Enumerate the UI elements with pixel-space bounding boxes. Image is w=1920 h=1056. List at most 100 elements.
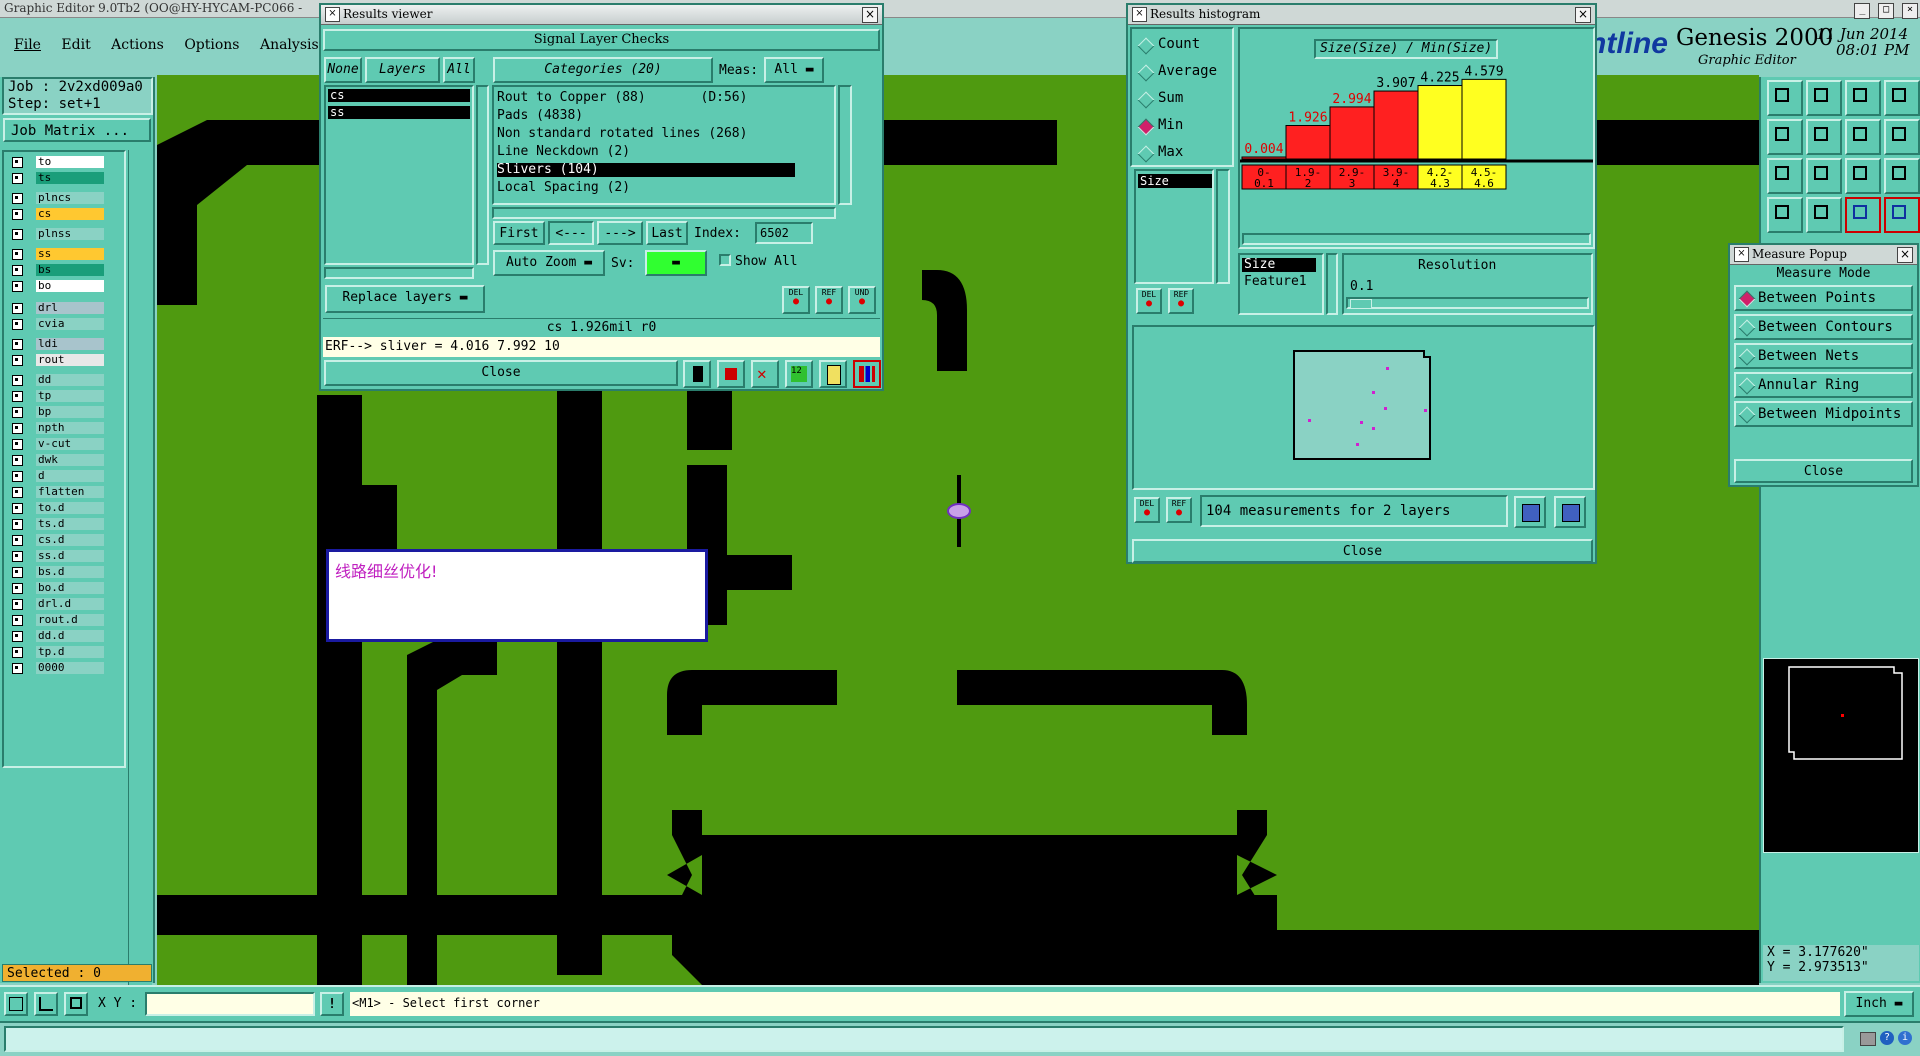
results-viewer-titlebar[interactable]: × Results viewer × <box>321 5 882 25</box>
measure-mode-between-points[interactable]: Between Points <box>1734 285 1913 311</box>
layer-row-ldi[interactable]: ldi <box>12 338 104 350</box>
measure-radio[interactable] <box>1738 406 1756 424</box>
hist-field-scroll[interactable] <box>1216 169 1230 284</box>
layer-checkbox[interactable] <box>12 375 23 386</box>
hist-sort-scroll[interactable] <box>1326 253 1338 315</box>
measure-mode-between-midpoints[interactable]: Between Midpoints <box>1734 401 1913 427</box>
rv-del-button[interactable]: DEL ● <box>782 286 810 314</box>
layer-checkbox[interactable] <box>12 281 23 292</box>
tool-button-6[interactable] <box>1806 119 1842 155</box>
layer-checkbox[interactable] <box>12 339 23 350</box>
layer-checkbox[interactable] <box>12 663 23 674</box>
rv-category-item[interactable]: Pads (4838) <box>497 109 795 123</box>
index-input[interactable]: 6502 <box>755 222 813 244</box>
layer-row-npth[interactable]: npth <box>12 422 104 434</box>
layer-row-ss-d[interactable]: ss.d <box>12 550 104 562</box>
layer-checkbox[interactable] <box>12 519 23 530</box>
hist-bar[interactable] <box>1417 85 1463 160</box>
layer-row-ts-d[interactable]: ts.d <box>12 518 104 530</box>
hist-field-item[interactable]: Size <box>1138 174 1212 188</box>
close-icon[interactable]: × <box>862 7 878 23</box>
layer-row-ts[interactable]: ts <box>12 172 104 184</box>
layer-row-drl-d[interactable]: drl.d <box>12 598 104 610</box>
hist-bar[interactable] <box>1329 106 1375 160</box>
rv-layer-scrollbar[interactable] <box>476 85 489 265</box>
layer-checkbox[interactable] <box>12 647 23 658</box>
layer-row-flatten[interactable]: flatten <box>12 486 104 498</box>
layer-row-rout[interactable]: rout <box>12 354 104 366</box>
info-icon[interactable]: i <box>1898 1031 1912 1045</box>
units-select[interactable]: Inch ▬ <box>1844 991 1914 1017</box>
layer-checkbox[interactable] <box>12 599 23 610</box>
tool-button-3[interactable] <box>1845 80 1881 116</box>
layer-checkbox[interactable] <box>12 157 23 168</box>
hist-bar[interactable] <box>1373 90 1419 160</box>
measure-mode-between-contours[interactable]: Between Contours <box>1734 314 1913 340</box>
measure-radio[interactable] <box>1738 377 1756 395</box>
measure-mode-annular-ring[interactable]: Annular Ring <box>1734 372 1913 398</box>
layer-checkbox[interactable] <box>12 193 23 204</box>
job-matrix-button[interactable]: Job Matrix ... <box>3 118 151 142</box>
rv-und-button[interactable]: UND ● <box>848 286 876 314</box>
layer-row-plnss[interactable]: plnss <box>12 228 104 240</box>
hist-bar[interactable] <box>1285 125 1331 160</box>
next-button[interactable]: ---> <box>597 221 643 245</box>
measure-radio[interactable] <box>1738 290 1756 308</box>
layer-row-d[interactable]: d <box>12 470 104 482</box>
rv-category-item[interactable]: Local Spacing (2) <box>497 181 795 195</box>
help-icon[interactable]: ? <box>1880 1031 1894 1045</box>
tool-button-8[interactable] <box>1884 119 1920 155</box>
show-all-checkbox[interactable] <box>719 254 731 266</box>
layer-row-bs[interactable]: bs <box>12 264 104 276</box>
xy-input[interactable] <box>145 992 315 1016</box>
layer-checkbox[interactable] <box>12 471 23 482</box>
rv-category-scrollbar[interactable] <box>838 85 852 205</box>
layer-checkbox[interactable] <box>12 229 23 240</box>
layer-checkbox[interactable] <box>12 319 23 330</box>
tool-button-13[interactable] <box>1767 197 1803 233</box>
tool-button-1[interactable] <box>1767 80 1803 116</box>
tool-button-2[interactable] <box>1806 80 1842 116</box>
rv-tool-6[interactable] <box>853 360 881 388</box>
menu-edit[interactable]: Edit <box>61 37 90 53</box>
layer-checkbox[interactable] <box>12 551 23 562</box>
measure-button[interactable] <box>34 992 58 1016</box>
layer-checkbox[interactable] <box>12 265 23 276</box>
window-menu-icon[interactable]: × <box>1132 7 1147 22</box>
zoom-box-button[interactable] <box>4 992 28 1016</box>
left-panel-scroll[interactable] <box>128 150 152 1040</box>
window-menu-icon[interactable]: × <box>1734 247 1749 262</box>
last-button[interactable]: Last <box>646 221 688 245</box>
layer-checkbox[interactable] <box>12 535 23 546</box>
hist-sort-item[interactable]: Size <box>1242 258 1316 272</box>
tool-button-15[interactable] <box>1845 197 1881 233</box>
measure-radio[interactable] <box>1738 348 1756 366</box>
layer-checkbox[interactable] <box>12 355 23 366</box>
rv-category-item[interactable]: Rout to Copper (88) (D:56) <box>497 91 795 105</box>
tool-button-12[interactable] <box>1884 158 1920 194</box>
layer-checkbox[interactable] <box>12 631 23 642</box>
layers-button[interactable]: Layers <box>365 57 440 83</box>
layer-checkbox[interactable] <box>12 423 23 434</box>
auto-zoom-select[interactable]: Auto Zoom ▬ <box>493 250 605 276</box>
rv-layer-item[interactable]: cs <box>328 89 470 102</box>
layer-row-v-cut[interactable]: v-cut <box>12 438 104 450</box>
measure-radio[interactable] <box>1738 319 1756 337</box>
rv-layer-item[interactable]: ss <box>328 106 470 119</box>
resolution-slider[interactable] <box>1346 297 1589 309</box>
layer-row-to[interactable]: to <box>12 156 104 168</box>
layer-row-ss[interactable]: ss <box>12 248 104 260</box>
hist-bar[interactable] <box>1241 156 1287 160</box>
layer-row-dd-d[interactable]: dd.d <box>12 630 104 642</box>
rv-tool-4[interactable]: 12 <box>785 360 813 388</box>
layer-checkbox[interactable] <box>12 503 23 514</box>
rv-category-item[interactable]: Slivers (104) <box>497 163 795 177</box>
rv-layer-list[interactable]: cs ss <box>324 85 474 265</box>
tool-button-16[interactable] <box>1884 197 1920 233</box>
measure-popup-titlebar[interactable]: × Measure Popup × <box>1730 245 1917 265</box>
none-button[interactable]: None <box>324 57 362 83</box>
snap-button[interactable] <box>64 992 88 1016</box>
rv-tool-2[interactable] <box>717 360 745 388</box>
tool-button-7[interactable] <box>1845 119 1881 155</box>
exclaim-button[interactable]: ! <box>320 992 344 1016</box>
